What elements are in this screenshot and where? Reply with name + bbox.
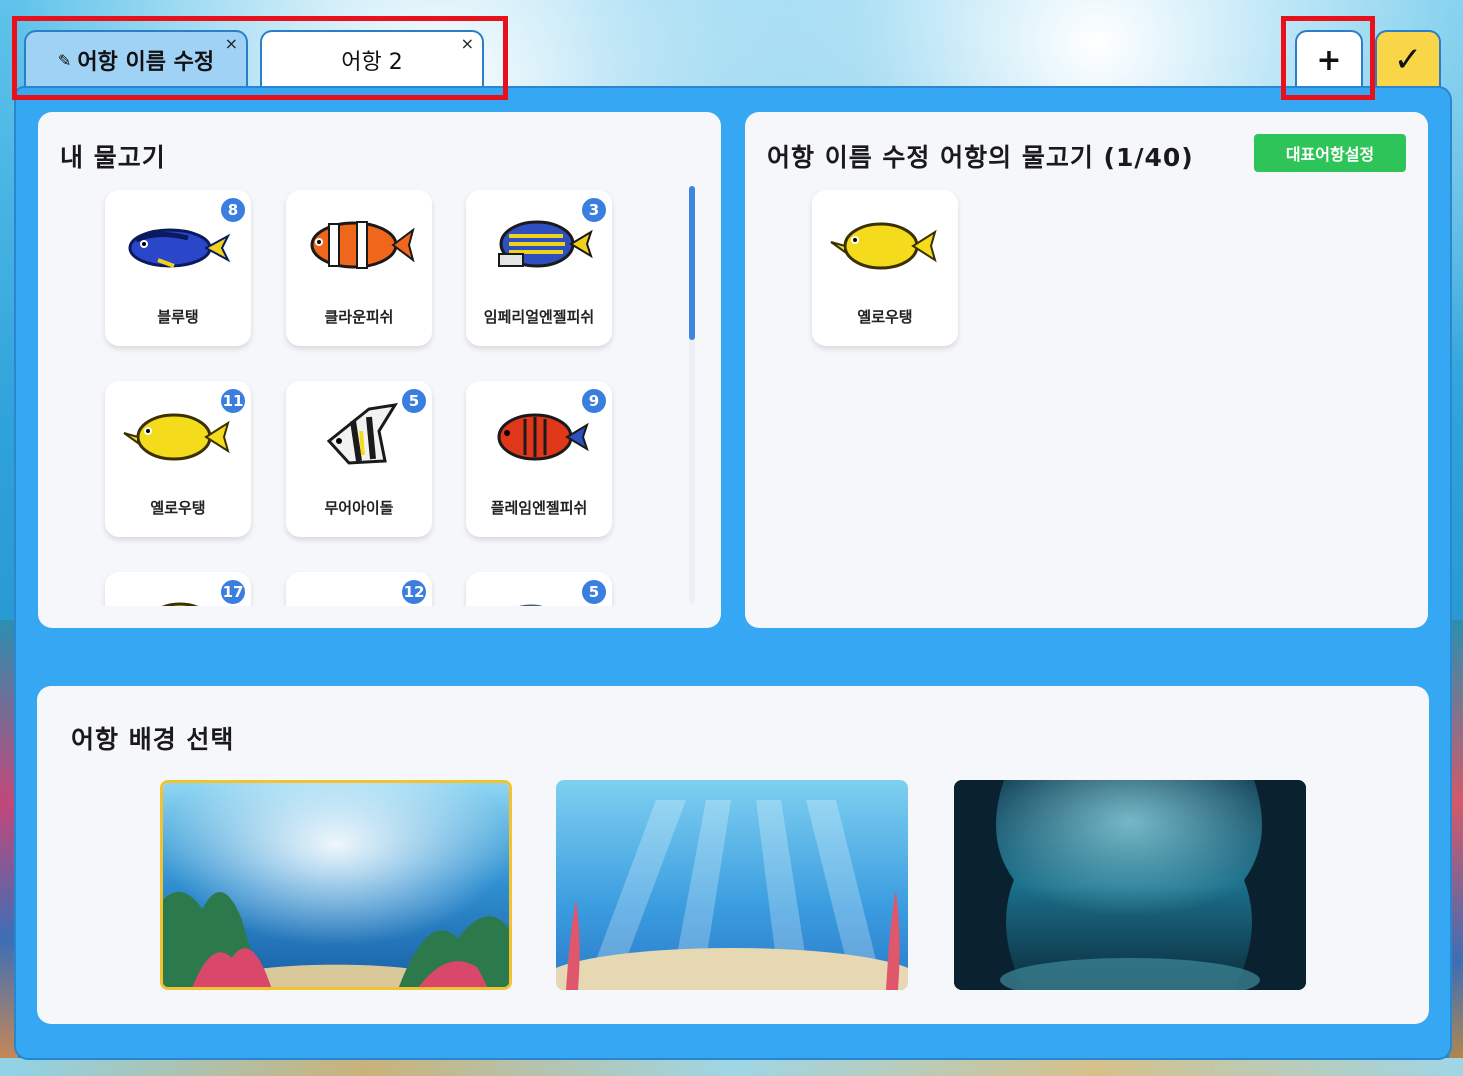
fish-list-scrollbar[interactable] xyxy=(689,186,695,604)
fish-count-badge: 11 xyxy=(219,387,247,415)
fish-tile-yellow-tang[interactable]: 옐로우탱 11 xyxy=(105,381,251,537)
fish-name: 플레임엔젤피쉬 xyxy=(490,499,588,517)
fish-count-badge: 17 xyxy=(219,578,247,606)
add-button-highlight-box xyxy=(1281,16,1375,100)
scrollbar-thumb[interactable] xyxy=(689,186,695,340)
sunlit-reef-thumbnail xyxy=(163,783,509,987)
fish-name: 옐로우탱 xyxy=(857,308,913,326)
fish-tile-emperor-angelfish[interactable]: 임페리얼엔젤피쉬 3 xyxy=(466,190,612,346)
fish-count-badge: 5 xyxy=(580,578,608,606)
fish-name: 클라운피쉬 xyxy=(324,308,394,326)
clownfish-icon xyxy=(310,221,415,269)
deep-cave-thumbnail xyxy=(954,780,1306,990)
background-option-deep-cave[interactable] xyxy=(954,780,1306,990)
fish-tile[interactable]: 12 xyxy=(286,572,432,606)
fish-tile-moorish-idol[interactable]: 무어아이돌 5 xyxy=(286,381,432,537)
background-option-sunlit-reef[interactable] xyxy=(160,780,512,990)
fish-count-badge: 3 xyxy=(580,196,608,224)
fish-tile[interactable]: 17 xyxy=(105,572,251,606)
tabs-highlight-box xyxy=(12,16,508,100)
fish-tile-flame-angelfish[interactable]: 플레임엔젤피쉬 9 xyxy=(466,381,612,537)
fish-name: 임페리얼엔젤피쉬 xyxy=(483,308,595,326)
aquarium-fish-yellow-tang[interactable]: 옐로우탱 xyxy=(812,190,958,346)
fish-name: 옐로우탱 xyxy=(150,499,206,517)
set-representative-button[interactable]: 대표어항설정 xyxy=(1254,134,1406,172)
light-rays-thumbnail xyxy=(556,780,908,990)
fish-count-badge: 9 xyxy=(580,387,608,415)
background-option-light-rays-sandy[interactable] xyxy=(556,780,908,990)
my-fish-grid[interactable]: 블루탱 8 클라운피쉬 임페리얼엔젤피쉬 3 옐로우탱 11 무어아이돌 5 플… xyxy=(60,186,680,606)
aquarium-fish-title: 어항 이름 수정 어항의 물고기 (1/40) xyxy=(767,143,1194,172)
fish-count-badge: 8 xyxy=(219,196,247,224)
fish-name: 무어아이돌 xyxy=(324,499,394,517)
fish-tile-clownfish[interactable]: 클라운피쉬 xyxy=(286,190,432,346)
fish-tile-blue-tang[interactable]: 블루탱 8 xyxy=(105,190,251,346)
background-select-title: 어항 배경 선택 xyxy=(71,725,235,754)
fish-count-badge: 5 xyxy=(400,387,428,415)
fish-name: 블루탱 xyxy=(157,308,199,326)
my-fish-title: 내 물고기 xyxy=(60,143,166,172)
fish-count-badge: 12 xyxy=(400,578,428,606)
confirm-button[interactable]: ✓ xyxy=(1375,30,1441,88)
fish-tile[interactable]: 5 xyxy=(466,572,612,606)
background-seabed xyxy=(0,1058,1463,1076)
yellow-tang-fish-icon xyxy=(830,222,937,270)
